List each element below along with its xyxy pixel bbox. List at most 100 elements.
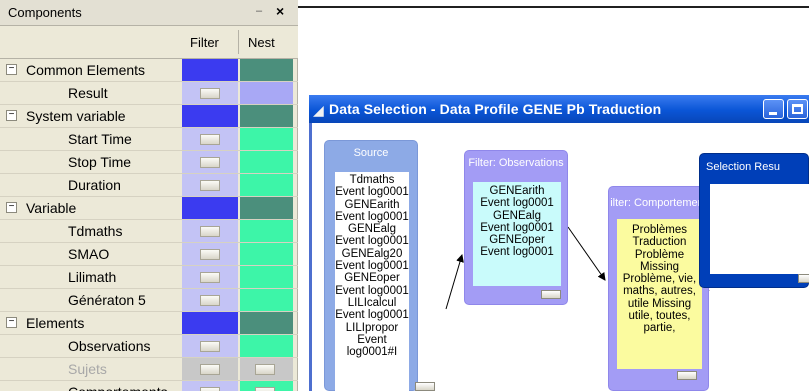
filter-observations-button[interactable] — [541, 290, 561, 299]
tree-item-row[interactable]: Result — [0, 82, 298, 105]
pin-icon[interactable]: – — [256, 5, 262, 17]
tree-category-row[interactable]: − Common Elements — [0, 59, 298, 82]
filter-comportement-button[interactable] — [677, 371, 697, 380]
nest-cell[interactable] — [240, 243, 293, 265]
nest-cell[interactable] — [240, 220, 293, 242]
nest-cell[interactable] — [240, 174, 293, 196]
filter-cell[interactable] — [182, 266, 238, 288]
nest-cell[interactable] — [240, 266, 293, 288]
nest-cell[interactable] — [240, 82, 293, 104]
selection-result-list — [710, 184, 809, 274]
components-column-header: Filter Nest — [0, 26, 298, 59]
filter-cell[interactable] — [182, 289, 238, 311]
nest-cell — [240, 59, 293, 81]
filter-cell[interactable] — [182, 151, 238, 173]
node-list-line: GENEoper — [344, 272, 400, 285]
collapse-icon[interactable]: − — [6, 317, 17, 328]
selection-result-button[interactable] — [798, 274, 809, 283]
tree-row-label: Tdmaths — [68, 223, 123, 239]
nest-cell[interactable] — [240, 289, 293, 311]
filter-cell[interactable] — [182, 82, 238, 104]
tree-item-row[interactable]: SMAO — [0, 243, 298, 266]
components-panel: Components – × Filter Nest − Common Eleme… — [0, 0, 298, 391]
collapse-icon[interactable]: − — [6, 202, 17, 213]
tree-row-label: Sujets — [68, 361, 107, 377]
tree-row-label: Duration — [68, 177, 121, 193]
filter-toggle-button[interactable] — [200, 226, 220, 237]
close-icon[interactable]: × — [276, 3, 284, 19]
filter-cell[interactable] — [182, 358, 238, 380]
filter-cell[interactable] — [182, 381, 238, 391]
tree-row-label: Observations — [68, 338, 151, 354]
source-node[interactable]: Source Tdmaths Event log0001 GENEarith Even… — [324, 140, 418, 391]
filter-comportement-node[interactable]: ilter: Comportement Problèmes Traduction P… — [608, 186, 709, 391]
selection-result-node[interactable]: Selection Resu — [699, 153, 809, 288]
components-title-bar: Components – × — [0, 0, 298, 26]
tree-item-row[interactable]: Lilimath — [0, 266, 298, 289]
tree-row-label: Génératon 5 — [68, 292, 146, 308]
node-list-line: Tdmaths — [349, 174, 395, 186]
tree-item-row[interactable]: Tdmaths — [0, 220, 298, 243]
node-list-line: Event log0001 — [480, 197, 554, 210]
column-divider — [238, 30, 239, 54]
nest-cell[interactable] — [240, 335, 293, 357]
collapse-icon[interactable]: − — [6, 110, 17, 121]
source-node-button[interactable] — [415, 382, 435, 391]
filter-cell — [182, 312, 238, 334]
filter-cell[interactable] — [182, 335, 238, 357]
tree-item-row[interactable]: Comportements — [0, 381, 298, 391]
filter-toggle-button[interactable] — [200, 341, 220, 352]
node-list-line: Event log0001 — [480, 221, 554, 234]
filter-column-header: Filter — [190, 35, 219, 50]
filter-toggle-button[interactable] — [200, 272, 220, 283]
filter-cell[interactable] — [182, 174, 238, 196]
collapse-icon[interactable]: − — [6, 64, 17, 75]
filter-toggle-button[interactable] — [200, 88, 220, 99]
tree-category-row[interactable]: − Elements — [0, 312, 298, 335]
filter-cell[interactable] — [182, 220, 238, 242]
node-list-line: GENEalg — [493, 209, 541, 222]
nest-cell[interactable] — [240, 358, 293, 380]
nest-cell[interactable] — [240, 381, 293, 391]
node-list-line: GENEarith — [344, 198, 400, 211]
node-list-line: LILIcalcul — [347, 296, 397, 309]
selection-result-title: Selection Resu — [706, 161, 780, 173]
node-list-line: utile Missing — [627, 297, 692, 310]
tree-category-row[interactable]: − System variable — [0, 105, 298, 128]
tree-item-row[interactable]: Observations — [0, 335, 298, 358]
filter-toggle-button[interactable] — [200, 134, 220, 145]
tree-item-row[interactable]: Génératon 5 — [0, 289, 298, 312]
tree-item-row[interactable]: Duration — [0, 174, 298, 197]
data-selection-app-icon: ◢ — [313, 102, 324, 118]
tree-row-label: Variable — [26, 200, 77, 216]
node-list-line: Event log0001 — [335, 309, 409, 322]
filter-toggle-button[interactable] — [200, 364, 220, 375]
tree-item-row[interactable]: Start Time — [0, 128, 298, 151]
nest-cell[interactable] — [240, 128, 293, 150]
components-title: Components — [8, 5, 82, 20]
nest-toggle-button[interactable] — [255, 387, 275, 391]
filter-observations-node[interactable]: Filter: Observations GENEarith Event log0… — [464, 150, 568, 305]
filter-cell[interactable] — [182, 243, 238, 265]
tree-row-label: Result — [68, 85, 108, 101]
filter-toggle-button[interactable] — [200, 387, 220, 391]
node-list-line: utile, toutes, — [628, 310, 691, 323]
tree-item-row[interactable]: Stop Time — [0, 151, 298, 174]
maximize-icon[interactable] — [787, 99, 808, 119]
filter-toggle-button[interactable] — [200, 157, 220, 168]
nest-cell — [240, 105, 293, 127]
tree-category-row[interactable]: − Variable — [0, 197, 298, 220]
nest-toggle-button[interactable] — [255, 364, 275, 375]
minimize-icon[interactable] — [763, 99, 784, 119]
filter-cell — [182, 197, 238, 219]
filter-toggle-button[interactable] — [200, 180, 220, 191]
node-list-line: Event log0001 — [335, 260, 409, 273]
nest-cell — [240, 197, 293, 219]
filter-toggle-button[interactable] — [200, 249, 220, 260]
filter-toggle-button[interactable] — [200, 295, 220, 306]
data-selection-title-bar[interactable]: ◢ Data Selection - Data Profile GENE Pb … — [309, 95, 809, 123]
nest-cell[interactable] — [240, 151, 293, 173]
node-list-line: Traduction — [632, 236, 687, 249]
filter-cell[interactable] — [182, 128, 238, 150]
tree-item-row[interactable]: Sujets — [0, 358, 298, 381]
